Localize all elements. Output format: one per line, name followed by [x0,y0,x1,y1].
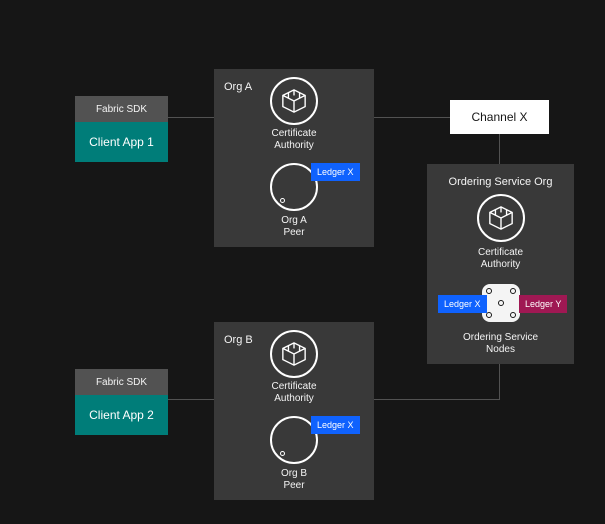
peer-dot-icon [280,451,285,456]
ordering-ledger-x: Ledger X [438,295,487,313]
text: Certificate [271,128,316,139]
text: Certificate [478,247,523,258]
text: Ledger X [317,420,354,430]
org-a-ca-label: Certificate Authority [214,128,374,152]
ordering-ca-label: Certificate Authority [427,247,574,271]
channel-label: Channel X [471,110,527,124]
text: Org A [281,215,307,226]
text: Authority [274,140,313,151]
cube-icon [486,205,516,231]
ca-icon [270,77,318,125]
text: Ledger Y [525,299,561,309]
ca-icon [270,330,318,378]
text: Certificate [271,381,316,392]
text: Peer [283,227,304,238]
connector [499,364,500,400]
client2-app: Client App 2 [75,395,168,435]
text: Peer [283,480,304,491]
connector [499,134,500,164]
ca-icon [477,194,525,242]
org-a-ledger-tag: Ledger X [311,163,360,181]
client1-sdk-label: Fabric SDK [96,104,147,115]
org-a-peer-label: Org A Peer [214,215,374,239]
diagram-canvas: Fabric SDK Client App 1 Fabric SDK Clien… [0,0,605,524]
channel-box: Channel X [450,100,549,134]
text: Ledger X [444,299,481,309]
org-a-box: Org A Certificate Authority Ledger X Org… [214,69,374,247]
connector [374,399,500,400]
client2-sdk: Fabric SDK [75,369,168,395]
org-b-box: Org B Certificate Authority Ledger X Org… [214,322,374,500]
text: Ordering Service [463,332,538,343]
ordering-node-icon [482,284,520,322]
ordering-ledger-y: Ledger Y [519,295,567,313]
org-a-title: Org A [224,81,252,93]
text: Authority [481,259,520,270]
cube-icon [279,88,309,114]
client1-app-label: Client App 1 [89,135,154,149]
connector [374,117,450,118]
text: Authority [274,393,313,404]
org-b-ledger-tag: Ledger X [311,416,360,434]
ordering-org-title: Ordering Service Org [427,176,574,188]
ordering-node-label: Ordering Service Nodes [427,332,574,356]
connector [168,399,214,400]
client2-app-label: Client App 2 [89,408,154,422]
org-b-ca-label: Certificate Authority [214,381,374,405]
client1-app: Client App 1 [75,122,168,162]
cube-icon [279,341,309,367]
connector [168,117,214,118]
ordering-org-box: Ordering Service Org Certificate Authori… [427,164,574,364]
text: Ledger X [317,167,354,177]
client2-sdk-label: Fabric SDK [96,377,147,388]
org-b-title: Org B [224,334,253,346]
peer-dot-icon [280,198,285,203]
org-b-peer-label: Org B Peer [214,468,374,492]
text: Org B [281,468,307,479]
text: Nodes [486,344,515,355]
client1-sdk: Fabric SDK [75,96,168,122]
